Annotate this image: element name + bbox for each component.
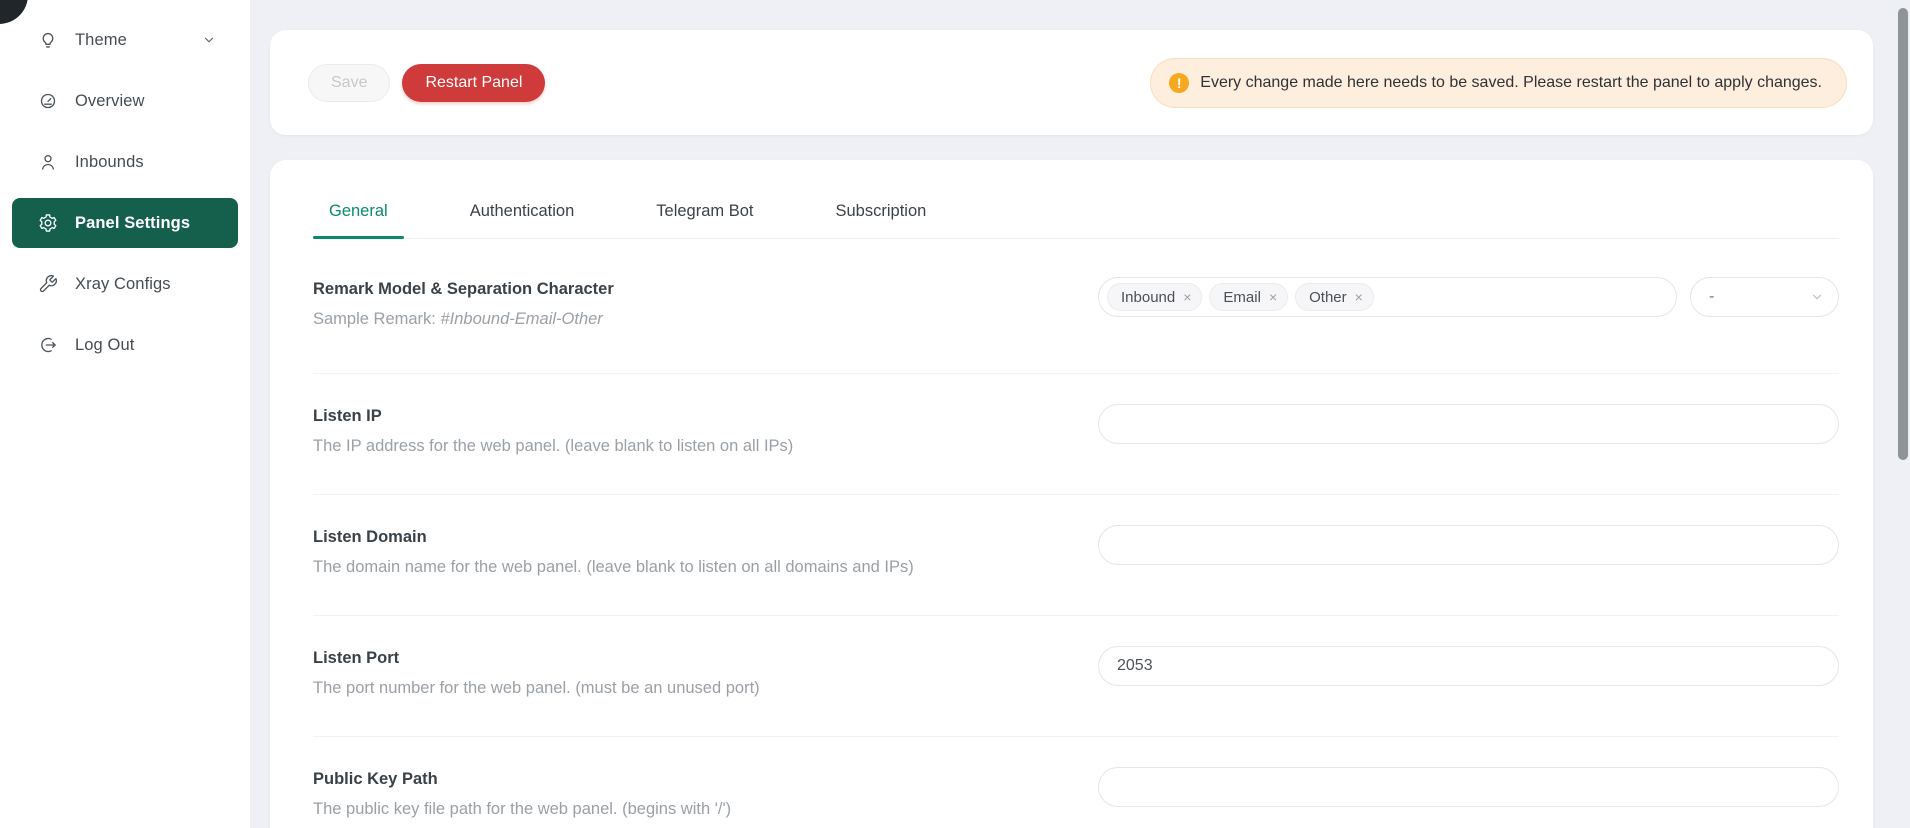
- remark-model-tag-input[interactable]: Inbound × Email × Other ×: [1098, 277, 1677, 317]
- sidebar-item-label: Theme: [75, 31, 127, 50]
- setting-row-text: Public Key Path The public key file path…: [313, 767, 731, 819]
- setting-description: The IP address for the web panel. (leave…: [313, 437, 793, 456]
- remove-tag-icon[interactable]: ×: [1269, 290, 1277, 304]
- user-icon: [38, 152, 58, 172]
- sidebar-item-label: Overview: [75, 92, 145, 111]
- sidebar-item-overview[interactable]: Overview: [12, 76, 238, 126]
- tag-label: Email: [1223, 289, 1261, 306]
- setting-controls: [1098, 646, 1839, 686]
- setting-label: Listen Port: [313, 649, 760, 668]
- setting-controls: [1098, 404, 1839, 444]
- setting-controls: Inbound × Email × Other × -: [1098, 277, 1839, 317]
- setting-row-text: Remark Model & Separation Character Samp…: [313, 277, 614, 329]
- tab-telegram-bot[interactable]: Telegram Bot: [640, 200, 769, 238]
- tab-general[interactable]: General: [313, 200, 404, 238]
- setting-controls: [1098, 767, 1839, 807]
- separator-character-select[interactable]: -: [1690, 277, 1839, 317]
- setting-row-remark-model: Remark Model & Separation Character Samp…: [313, 239, 1839, 374]
- tag-label: Other: [1309, 289, 1347, 306]
- sidebar-item-log-out[interactable]: Log Out: [12, 320, 238, 370]
- setting-description: The public key file path for the web pan…: [313, 800, 731, 819]
- wrench-icon: [38, 274, 58, 294]
- sidebar-item-theme[interactable]: Theme: [12, 15, 238, 65]
- tag-inbound: Inbound ×: [1107, 283, 1202, 311]
- dashboard-icon: [38, 91, 58, 111]
- tab-subscription[interactable]: Subscription: [820, 200, 943, 238]
- logout-icon: [38, 335, 58, 355]
- sidebar-item-label: Log Out: [75, 336, 134, 355]
- sidebar-item-label: Inbounds: [75, 153, 144, 172]
- public-key-path-input[interactable]: [1098, 767, 1839, 807]
- setting-row-listen-domain: Listen Domain The domain name for the we…: [313, 495, 1839, 616]
- remove-tag-icon[interactable]: ×: [1355, 290, 1363, 304]
- sidebar-item-inbounds[interactable]: Inbounds: [12, 137, 238, 187]
- setting-row-text: Listen Port The port number for the web …: [313, 646, 760, 698]
- gear-icon: [38, 213, 58, 233]
- tab-authentication[interactable]: Authentication: [454, 200, 591, 238]
- setting-row-listen-ip: Listen IP The IP address for the web pan…: [313, 374, 1839, 495]
- chevron-down-icon: [202, 33, 216, 47]
- setting-row-text: Listen Domain The domain name for the we…: [313, 525, 914, 577]
- bulb-icon: [38, 30, 58, 50]
- tag-other: Other ×: [1295, 283, 1374, 311]
- settings-tabs: General Authentication Telegram Bot Subs…: [313, 200, 1839, 239]
- sample-remark-prefix: Sample Remark:: [313, 310, 440, 328]
- sidebar-item-label: Xray Configs: [75, 275, 171, 294]
- toolbar-card: Save Restart Panel ! Every change made h…: [270, 30, 1873, 135]
- settings-card: General Authentication Telegram Bot Subs…: [270, 160, 1873, 828]
- chevron-down-icon: [1810, 290, 1824, 304]
- save-button[interactable]: Save: [308, 64, 390, 102]
- setting-row-public-key-path: Public Key Path The public key file path…: [313, 737, 1839, 828]
- restart-panel-button[interactable]: Restart Panel: [402, 64, 545, 102]
- listen-ip-input[interactable]: [1098, 404, 1839, 444]
- setting-label: Listen IP: [313, 407, 793, 426]
- unsaved-changes-alert: ! Every change made here needs to be sav…: [1150, 58, 1847, 108]
- listen-port-input[interactable]: [1098, 646, 1839, 686]
- sample-remark-value: #Inbound-Email-Other: [440, 310, 602, 328]
- setting-controls: [1098, 525, 1839, 565]
- setting-description: The port number for the web panel. (must…: [313, 679, 760, 698]
- listen-domain-input[interactable]: [1098, 525, 1839, 565]
- alert-text: Every change made here needs to be saved…: [1200, 74, 1822, 92]
- setting-description: The domain name for the web panel. (leav…: [313, 558, 914, 577]
- vertical-scrollbar[interactable]: [1898, 8, 1908, 460]
- separator-selected-value: -: [1709, 288, 1714, 306]
- sidebar-item-xray-configs[interactable]: Xray Configs: [12, 259, 238, 309]
- sidebar: Theme Overview Inbounds: [0, 0, 250, 828]
- sidebar-item-panel-settings[interactable]: Panel Settings: [12, 198, 238, 248]
- warning-icon: !: [1169, 73, 1189, 93]
- tag-email: Email ×: [1209, 283, 1288, 311]
- setting-label: Public Key Path: [313, 770, 731, 789]
- setting-label: Remark Model & Separation Character: [313, 280, 614, 299]
- setting-row-text: Listen IP The IP address for the web pan…: [313, 404, 793, 456]
- tag-label: Inbound: [1121, 289, 1175, 306]
- remove-tag-icon[interactable]: ×: [1183, 290, 1191, 304]
- setting-label: Listen Domain: [313, 528, 914, 547]
- setting-row-listen-port: Listen Port The port number for the web …: [313, 616, 1839, 737]
- sidebar-item-label: Panel Settings: [75, 214, 190, 233]
- setting-description: Sample Remark: #Inbound-Email-Other: [313, 310, 614, 329]
